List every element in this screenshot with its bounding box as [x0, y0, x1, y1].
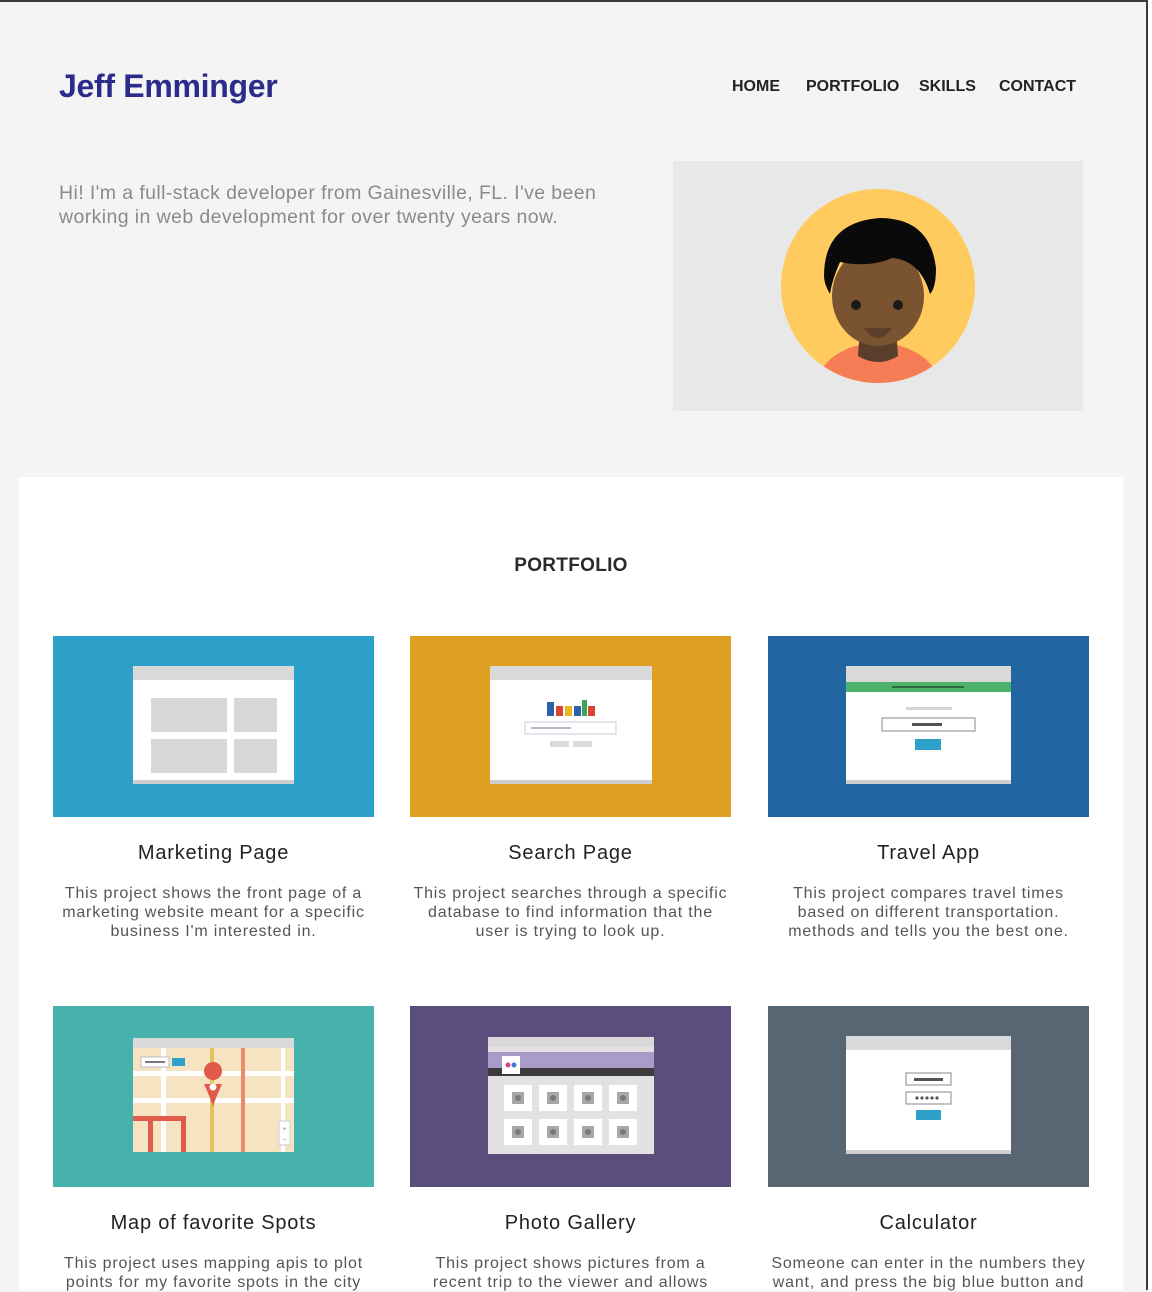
avatar-panel [673, 161, 1083, 411]
project-title: Marketing Page [137, 842, 290, 864]
window-right-gap [1148, 0, 1152, 1290]
project-title: Search Page [508, 842, 633, 864]
intro-text: Hi! I'm a full-stack developer from Gain… [59, 182, 597, 228]
map-thumbnail[interactable]: + − [53, 1006, 374, 1187]
site-brand[interactable]: Jeff Emminger [59, 68, 278, 105]
project-description: This project shows pictures from a recen… [432, 1255, 709, 1291]
person-avatar-icon [781, 189, 975, 383]
window-top-border [0, 0, 1152, 2]
svg-text:−: − [282, 1137, 286, 1144]
project-title: Travel App [877, 842, 980, 864]
portfolio-section: PORTFOLIO Marketing Page This project sh… [19, 477, 1123, 1291]
svg-text:+: + [282, 1126, 286, 1133]
calculator-thumbnail[interactable] [768, 1006, 1089, 1187]
project-title: Calculator [879, 1212, 978, 1234]
project-title: Photo Gallery [504, 1212, 637, 1234]
project-description: This project searches through a specific… [413, 885, 728, 940]
portfolio-heading: PORTFOLIO [514, 555, 628, 576]
travel-app-thumbnail[interactable] [768, 636, 1089, 817]
project-description: This project uses mapping apis to plot p… [64, 1255, 363, 1291]
search-page-thumbnail[interactable] [410, 636, 731, 817]
project-description: This project compares travel times based… [788, 885, 1069, 940]
nav-home[interactable]: HOME [732, 78, 780, 96]
marketing-page-thumbnail[interactable] [53, 636, 374, 817]
nav-skills[interactable]: SKILLS [919, 78, 976, 96]
nav-portfolio[interactable]: PORTFOLIO [806, 78, 899, 96]
project-title: Map of favorite Spots [110, 1212, 317, 1234]
nav-contact[interactable]: CONTACT [999, 78, 1076, 96]
project-description: This project shows the front page of a m… [62, 885, 365, 940]
project-description: Someone can enter in the numbers they wa… [771, 1255, 1086, 1291]
photo-gallery-thumbnail[interactable] [410, 1006, 731, 1187]
